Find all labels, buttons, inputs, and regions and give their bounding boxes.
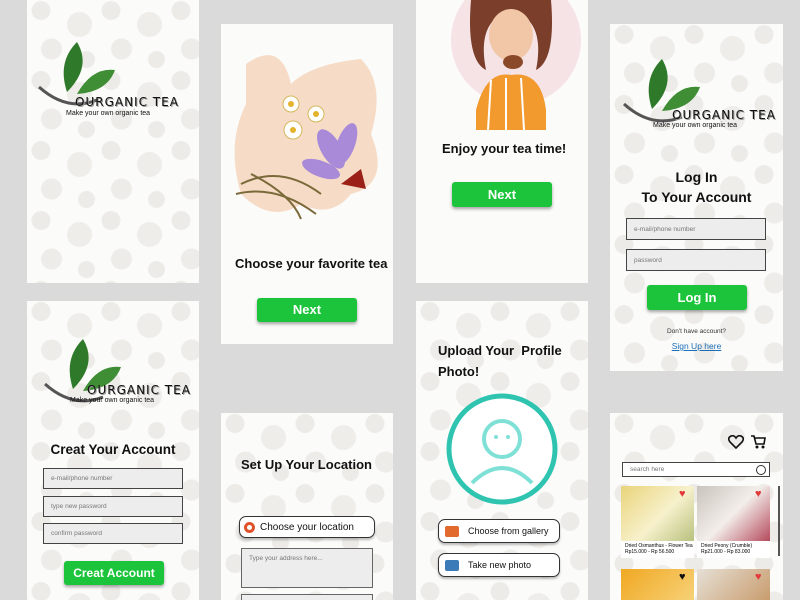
product-card[interactable]: ♥ Dried Osmanthus - Flower Tea Rp15.000 … — [621, 486, 694, 558]
login-title-line1: Log In — [675, 169, 718, 185]
brand-tagline: Make your own organic tea — [70, 397, 155, 404]
onboarding-choose-heading: Choose your favorite tea — [235, 256, 388, 271]
product-card[interactable]: ♥ Dried Peony (Crumble) Rp21.000 - Rp 83… — [697, 486, 770, 558]
next-button[interactable]: Next — [257, 298, 357, 322]
password-field[interactable]: password — [626, 249, 766, 271]
brand-name: OURGANIC TEA — [87, 383, 191, 397]
confirm-password-field[interactable]: confirm password — [43, 523, 183, 544]
search-input[interactable]: search here — [622, 462, 770, 477]
upload-title-line1: Upload Your Profile — [438, 343, 562, 358]
brand-tagline: Make your own organic tea — [66, 110, 151, 117]
take-photo-button[interactable]: Take new photo — [438, 553, 560, 577]
girl-drinking-tea-illustration — [451, 0, 581, 130]
herbs-illustration — [234, 55, 378, 220]
location-pin-icon — [244, 521, 255, 533]
brand-logo: OURGANIC TEA Make your own organic tea — [37, 42, 197, 122]
search-placeholder: search here — [630, 466, 665, 473]
splash-screen: OURGANIC TEA Make your own organic tea — [27, 0, 199, 283]
camera-label: Take new photo — [468, 560, 532, 570]
product-card[interactable]: ♥ — [697, 569, 770, 600]
brand-logo-login: OURGANIC TEA Make your own organic tea — [622, 59, 782, 139]
choose-location-label: Choose your location — [260, 521, 354, 533]
cart-icon[interactable] — [750, 434, 766, 449]
no-account-text: Don't have account? — [666, 328, 727, 335]
brand-tagline: Make your own organic tea — [653, 122, 738, 129]
onboarding-choose-screen: Choose your favorite tea Next — [221, 24, 393, 344]
email-field[interactable]: e-mail/phone number — [626, 218, 766, 240]
scrollbar[interactable] — [778, 486, 780, 556]
login-button[interactable]: Log In — [647, 285, 747, 310]
favorite-heart-icon[interactable]: ♥ — [755, 488, 762, 500]
register-title: Creat Your Account — [50, 442, 176, 457]
gallery-label: Choose from gallery — [468, 526, 549, 536]
choose-location-button[interactable]: Choose your location — [239, 516, 375, 538]
address-secondary-field[interactable] — [241, 594, 373, 600]
search-icon — [756, 465, 766, 475]
product-price: Rp21.000 - Rp 83.000 — [701, 549, 751, 555]
wishlist-heart-icon[interactable] — [728, 435, 744, 449]
brand-name: OURGANIC TEA — [672, 108, 776, 122]
onboarding-enjoy-heading: Enjoy your tea time! — [442, 141, 567, 156]
login-title-line2: To Your Account — [641, 189, 752, 205]
brand-logo-register: OURGANIC TEA Make your own organic tea — [43, 339, 199, 419]
favorite-heart-icon[interactable]: ♥ — [679, 571, 686, 583]
register-email-field[interactable]: e-mail/phone number — [43, 468, 183, 489]
upload-title-line2: Photo! — [438, 364, 480, 379]
favorite-heart-icon[interactable]: ♥ — [755, 571, 762, 583]
brand-name: OURGANIC TEA — [75, 95, 179, 109]
upload-photo-screen: Upload Your Profile Photo! Choose from g… — [416, 301, 588, 600]
signup-link[interactable]: Sign Up here — [610, 341, 783, 351]
choose-gallery-button[interactable]: Choose from gallery — [438, 519, 560, 543]
shop-screen: search here ♥ Dried Osmanthus - Flower T… — [610, 413, 783, 600]
address-input[interactable]: Type your address here... — [241, 548, 373, 588]
location-screen: Set Up Your Location Choose your locatio… — [221, 413, 393, 600]
onboarding-enjoy-screen: Enjoy your tea time! Next — [416, 0, 588, 283]
avatar-placeholder[interactable] — [446, 393, 558, 505]
register-screen: OURGANIC TEA Make your own organic tea C… — [27, 301, 199, 600]
create-account-button[interactable]: Creat Account — [64, 561, 164, 585]
location-title: Set Up Your Location — [241, 457, 372, 472]
gallery-icon — [445, 525, 459, 537]
product-card[interactable]: ♥ — [621, 569, 694, 600]
favorite-heart-icon[interactable]: ♥ — [679, 488, 686, 500]
camera-icon — [445, 559, 459, 571]
login-screen: OURGANIC TEA Make your own organic tea L… — [610, 24, 783, 371]
new-password-field[interactable]: type new password — [43, 496, 183, 517]
product-price: Rp15.000 - Rp 56.500 — [625, 549, 675, 555]
next-button-2[interactable]: Next — [452, 182, 552, 207]
